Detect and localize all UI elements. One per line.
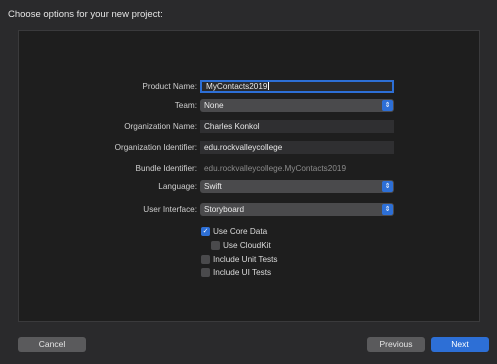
next-button[interactable]: Next	[431, 337, 489, 352]
row-user-interface: User Interface: Storyboard ⇕	[0, 203, 497, 217]
row-team: Team: None ⇕	[0, 99, 497, 113]
cancel-button[interactable]: Cancel	[18, 337, 86, 352]
organization-identifier-label: Organization Identifier:	[114, 143, 197, 152]
user-interface-label: User Interface:	[143, 205, 197, 214]
product-name-input[interactable]: MyContacts2019	[200, 80, 394, 93]
language-select[interactable]: Swift ⇕	[200, 180, 394, 193]
text-caret	[268, 82, 270, 90]
row-bundle-identifier: Bundle Identifier: edu.rockvalleycollege…	[0, 162, 497, 176]
user-interface-select[interactable]: Storyboard ⇕	[200, 203, 394, 216]
product-name-value: MyContacts2019	[206, 82, 268, 91]
checkmark-icon: ✓	[201, 227, 210, 236]
include-ui-tests-label: Include UI Tests	[213, 268, 272, 277]
language-value: Swift	[204, 182, 222, 191]
new-project-sheet: Choose options for your new project: Pro…	[0, 0, 497, 364]
row-language: Language: Swift ⇕	[0, 180, 497, 194]
chevron-updown-icon: ⇕	[382, 181, 393, 192]
row-organization-name: Organization Name: Charles Konkol	[0, 120, 497, 134]
checkbox-empty-icon	[211, 241, 220, 250]
bundle-identifier-label: Bundle Identifier:	[135, 164, 197, 173]
team-select[interactable]: None ⇕	[200, 99, 394, 112]
organization-identifier-input[interactable]: edu.rockvalleycollege	[200, 141, 394, 154]
row-product-name: Product Name: MyContacts2019	[0, 80, 497, 94]
chevron-updown-icon: ⇕	[382, 204, 393, 215]
sheet-title: Choose options for your new project:	[8, 9, 163, 20]
product-name-label: Product Name:	[142, 82, 197, 91]
checkbox-empty-icon	[201, 255, 210, 264]
use-core-data-label: Use Core Data	[213, 227, 268, 236]
team-label: Team:	[174, 101, 197, 110]
chevron-updown-icon: ⇕	[382, 100, 393, 111]
language-label: Language:	[158, 182, 197, 191]
options-panel	[18, 30, 480, 322]
organization-name-input[interactable]: Charles Konkol	[200, 120, 394, 133]
row-organization-identifier: Organization Identifier: edu.rockvalleyc…	[0, 141, 497, 155]
organization-name-label: Organization Name:	[124, 122, 197, 131]
user-interface-value: Storyboard	[204, 205, 245, 214]
include-unit-tests-label: Include Unit Tests	[213, 255, 278, 264]
team-value: None	[204, 101, 224, 110]
checkbox-empty-icon	[201, 268, 210, 277]
previous-button[interactable]: Previous	[367, 337, 425, 352]
use-cloudkit-label: Use CloudKit	[223, 241, 271, 250]
bundle-identifier-value: edu.rockvalleycollege.MyContacts2019	[204, 164, 346, 173]
